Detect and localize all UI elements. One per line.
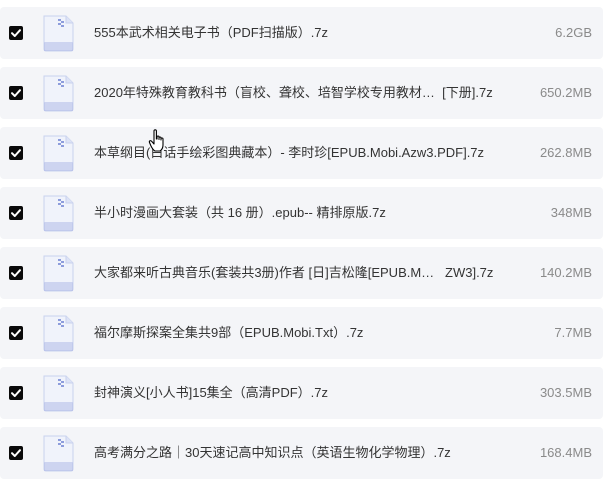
zip-file-icon	[43, 435, 74, 472]
row-checkbox[interactable]	[9, 26, 23, 40]
row-checkbox[interactable]	[9, 386, 23, 400]
file-size: 7.7MB	[554, 325, 592, 340]
file-size: 140.2MB	[539, 265, 592, 280]
zip-file-icon	[43, 135, 74, 172]
zip-file-icon	[43, 255, 74, 292]
file-name[interactable]: 2020年特殊教育教科书（盲校、聋校、培智学校专用教材… [下册].7z	[94, 67, 493, 119]
file-list: 555本武术相关电子书（PDF扫描版）.7z 6.2GB 2020年特殊教育教科…	[0, 0, 603, 483]
file-size: 303.5MB	[539, 385, 592, 400]
file-name[interactable]: 555本武术相关电子书（PDF扫描版）.7z	[94, 7, 328, 59]
file-row[interactable]: 大家都来听古典音乐(套装共3册)作者 [日]吉松隆[EPUB.M… ZW3].7…	[0, 247, 603, 299]
file-name[interactable]: 福尔摩斯探案全集共9部（EPUB.Mobi.Txt）.7z	[94, 307, 363, 359]
checkbox-checked-icon	[11, 389, 21, 397]
file-row[interactable]: 半小时漫画大套装（共 16 册）.epub-- 精排原版.7z 348MB	[0, 187, 603, 239]
zip-file-icon	[43, 375, 74, 412]
checkbox-checked-icon	[11, 29, 21, 37]
file-size: 6.2GB	[555, 25, 592, 40]
file-row[interactable]: 福尔摩斯探案全集共9部（EPUB.Mobi.Txt）.7z 7.7MB	[0, 307, 603, 359]
row-checkbox[interactable]	[9, 326, 23, 340]
file-size: 650.2MB	[539, 85, 592, 100]
checkbox-checked-icon	[11, 269, 21, 277]
file-size: 262.8MB	[539, 145, 592, 160]
file-name[interactable]: 本草纲目(白话手绘彩图典藏本）- 李时珍[EPUB.Mobi.Azw3.PDF]…	[94, 127, 484, 179]
file-row[interactable]: 封神演义[小人书]15集全（高清PDF）.7z 303.5MB	[0, 367, 603, 419]
row-checkbox[interactable]	[9, 206, 23, 220]
file-name[interactable]: 封神演义[小人书]15集全（高清PDF）.7z	[94, 367, 328, 419]
file-name[interactable]: 半小时漫画大套装（共 16 册）.epub-- 精排原版.7z	[94, 187, 386, 239]
checkbox-checked-icon	[11, 329, 21, 337]
row-checkbox[interactable]	[9, 266, 23, 280]
checkbox-checked-icon	[11, 449, 21, 457]
zip-file-icon	[43, 75, 74, 112]
file-size: 348MB	[550, 205, 592, 220]
checkbox-checked-icon	[11, 209, 21, 217]
file-name[interactable]: 大家都来听古典音乐(套装共3册)作者 [日]吉松隆[EPUB.M… ZW3].7…	[94, 247, 493, 299]
file-name[interactable]: 高考满分之路｜30天速记高中知识点（英语生物化学物理）.7z	[94, 427, 451, 479]
zip-file-icon	[43, 15, 74, 52]
checkbox-checked-icon	[11, 89, 21, 97]
file-row[interactable]: 本草纲目(白话手绘彩图典藏本）- 李时珍[EPUB.Mobi.Azw3.PDF]…	[0, 127, 603, 179]
checkbox-checked-icon	[11, 149, 21, 157]
file-row[interactable]: 555本武术相关电子书（PDF扫描版）.7z 6.2GB	[0, 7, 603, 59]
row-checkbox[interactable]	[9, 146, 23, 160]
zip-file-icon	[43, 195, 74, 232]
row-checkbox[interactable]	[9, 86, 23, 100]
file-row[interactable]: 2020年特殊教育教科书（盲校、聋校、培智学校专用教材… [下册].7z 650…	[0, 67, 603, 119]
row-checkbox[interactable]	[9, 446, 23, 460]
file-row[interactable]: 高考满分之路｜30天速记高中知识点（英语生物化学物理）.7z 168.4MB	[0, 427, 603, 479]
file-size: 168.4MB	[539, 445, 592, 460]
zip-file-icon	[43, 315, 74, 352]
